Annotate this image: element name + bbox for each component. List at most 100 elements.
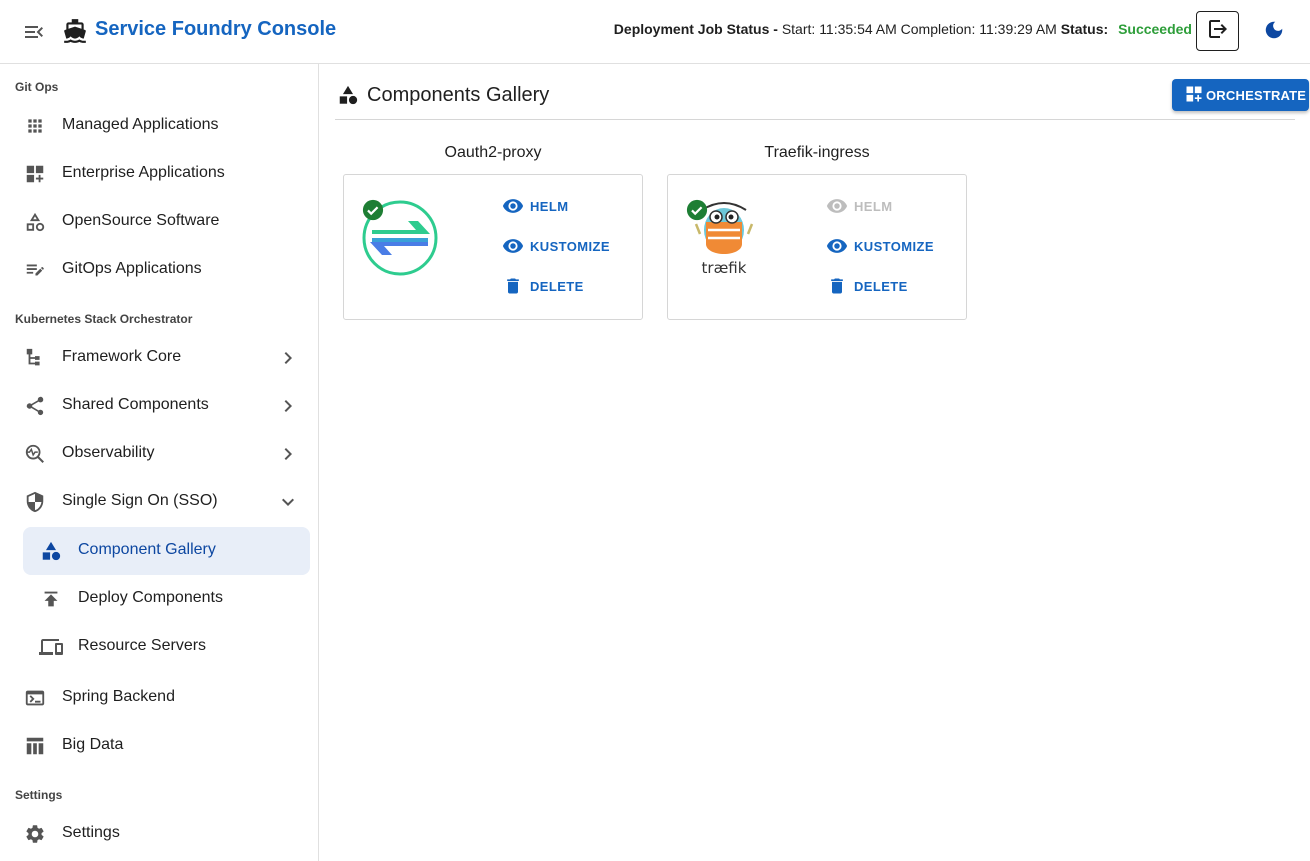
traefik-logo-text: træfik (702, 259, 747, 276)
sidebar-item-label: OpenSource Software (62, 212, 220, 229)
account-tree-icon (23, 346, 47, 370)
sidebar-item-label: Framework Core (62, 348, 182, 365)
start-time: 11:35:54 AM (819, 21, 897, 37)
component-card-traefik-ingress: Traefik-ingress træfik HELM KUSTOMIZE DE… (667, 144, 967, 320)
helm-button[interactable]: HELM (502, 195, 568, 217)
shapes-icon (23, 210, 47, 234)
sidebar-item-big-data[interactable]: Big Data (0, 724, 318, 768)
kustomize-label: KUSTOMIZE (530, 238, 610, 254)
job-status-label: Deployment Job Status - (613, 21, 778, 37)
sidebar-item-label: GitOps Applications (62, 260, 202, 277)
sidebar-item-label: Shared Components (62, 396, 209, 413)
helm-label: HELM (530, 198, 569, 214)
section-label-settings: Settings (15, 788, 63, 802)
component-name: Oauth2-proxy (444, 144, 542, 161)
status-label: Status: (1060, 21, 1109, 37)
sidebar-item-label: Resource Servers (78, 637, 207, 654)
orchestrate-label: ORCHESTRATE (1206, 87, 1307, 103)
delete-label: DELETE (854, 278, 908, 294)
monitoring-search-icon (23, 442, 47, 466)
section-label-kubernetes: Kubernetes Stack Orchestrator (15, 312, 193, 326)
app-header: Service Foundry Console Deployment Job S… (0, 0, 1310, 64)
deployed-check-icon (362, 199, 384, 221)
kustomize-label: KUSTOMIZE (854, 238, 934, 254)
category-icon (39, 539, 63, 563)
ship-icon (62, 18, 88, 44)
delete-button[interactable]: DELETE (502, 275, 584, 297)
table-icon (23, 734, 47, 758)
orchestrate-button[interactable]: ORCHESTRATE (1172, 79, 1309, 111)
completion-label: Completion: (900, 21, 976, 37)
sidebar-item-managed-applications[interactable]: Managed Applications (0, 104, 318, 148)
chevron-right-icon[interactable] (276, 346, 300, 370)
share-icon (23, 394, 47, 418)
dashboard-add-icon (23, 162, 47, 186)
eye-icon (502, 195, 524, 217)
delete-label: DELETE (530, 278, 584, 294)
menu-collapse-icon[interactable] (22, 20, 46, 44)
apps-grid-icon (23, 114, 47, 138)
page-title: Components Gallery (367, 84, 550, 106)
sidebar-item-label: Managed Applications (62, 116, 219, 133)
sidebar-item-component-gallery[interactable]: Component Gallery (23, 527, 310, 575)
sidebar-item-spring-backend[interactable]: Spring Backend (0, 676, 318, 720)
sidebar: Git Ops Managed Applications Enterprise … (0, 64, 319, 861)
sidebar-item-label: Observability (62, 444, 155, 461)
chevron-down-icon[interactable] (276, 490, 300, 514)
sidebar-item-shared-components[interactable]: Shared Components (0, 384, 318, 428)
logout-button[interactable] (1196, 11, 1239, 51)
dark-mode-toggle[interactable] (1261, 19, 1287, 45)
sidebar-item-label: Single Sign On (SSO) (62, 492, 218, 509)
deployment-job-status: Deployment Job Status - Start: 11:35:54 … (614, 21, 1192, 37)
component-card: træfik HELM KUSTOMIZE DELETE (667, 174, 967, 320)
sidebar-item-label: Big Data (62, 736, 124, 753)
main-content: Components Gallery ORCHESTRATE Oauth2-pr… (320, 64, 1310, 861)
component-card-oauth2-proxy: Oauth2-proxy HELM KUSTOMIZE DELETE (343, 144, 643, 320)
sidebar-item-gitops-applications[interactable]: GitOps Applications (0, 248, 318, 292)
component-card: HELM KUSTOMIZE DELETE (343, 174, 643, 320)
sidebar-item-framework-core[interactable]: Framework Core (0, 336, 318, 380)
sidebar-item-label: Settings (62, 824, 120, 841)
sidebar-item-label: Enterprise Applications (62, 164, 225, 181)
trash-icon (502, 275, 524, 297)
gear-icon (23, 822, 47, 846)
app-title: Service Foundry Console (95, 18, 337, 40)
completion-time: 11:39:29 AM (979, 21, 1057, 37)
eye-icon (826, 235, 848, 257)
sidebar-item-label: Component Gallery (78, 541, 216, 558)
logout-icon (1206, 17, 1230, 46)
status-badge: Succeeded (1118, 21, 1192, 37)
page-header: Components Gallery ORCHESTRATE (335, 64, 1309, 120)
eye-icon (502, 235, 524, 257)
dashboard-add-icon (1184, 84, 1206, 107)
sidebar-item-enterprise-applications[interactable]: Enterprise Applications (0, 152, 318, 196)
shield-icon (23, 490, 47, 514)
chevron-right-icon[interactable] (276, 394, 300, 418)
section-label-git-ops: Git Ops (15, 80, 59, 94)
sidebar-item-settings[interactable]: Settings (0, 812, 318, 856)
kustomize-button[interactable]: KUSTOMIZE (826, 235, 934, 257)
delete-button[interactable]: DELETE (826, 275, 908, 297)
publish-icon (39, 587, 63, 611)
sidebar-item-observability[interactable]: Observability (0, 432, 318, 476)
category-icon (337, 84, 361, 108)
sidebar-item-resource-servers[interactable]: Resource Servers (23, 623, 310, 671)
sidebar-item-label: Spring Backend (62, 688, 175, 705)
eye-icon (826, 195, 848, 217)
sidebar-item-label: Deploy Components (78, 589, 223, 606)
kustomize-button[interactable]: KUSTOMIZE (502, 235, 610, 257)
sidebar-item-opensource-software[interactable]: OpenSource Software (0, 200, 318, 244)
moon-icon (1263, 19, 1285, 46)
sidebar-item-deploy-components[interactable]: Deploy Components (23, 575, 310, 623)
devices-icon (39, 635, 63, 659)
deployed-check-icon (686, 199, 708, 221)
component-name: Traefik-ingress (764, 144, 870, 161)
terminal-icon (23, 686, 47, 710)
playlist-edit-icon (23, 258, 47, 282)
helm-label: HELM (854, 198, 893, 214)
chevron-right-icon[interactable] (276, 442, 300, 466)
sidebar-item-single-sign-on[interactable]: Single Sign On (SSO) (0, 480, 318, 524)
start-label: Start: (781, 21, 816, 37)
helm-button: HELM (826, 195, 892, 217)
trash-icon (826, 275, 848, 297)
